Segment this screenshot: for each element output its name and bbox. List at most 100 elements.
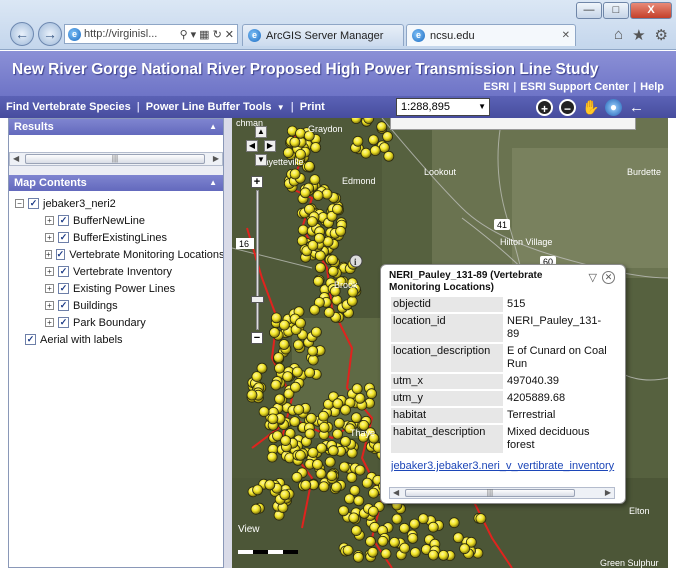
address-bar[interactable]: e http://virginisl... ⚲ ▾ ▦ ↻ ✕ bbox=[64, 24, 238, 44]
monitoring-point[interactable] bbox=[314, 232, 325, 244]
layer-checkbox[interactable]: ✓ bbox=[28, 198, 39, 209]
monitoring-point[interactable] bbox=[327, 254, 338, 266]
monitoring-point[interactable] bbox=[270, 379, 282, 391]
monitoring-point[interactable] bbox=[350, 412, 362, 424]
scroll-thumb[interactable]: ||| bbox=[25, 154, 205, 164]
zoom-in-icon[interactable]: + bbox=[536, 98, 553, 116]
map-contents-header[interactable]: Map Contents ▲ bbox=[9, 175, 223, 191]
monitoring-point[interactable] bbox=[274, 393, 285, 405]
pan-up-icon[interactable]: ▲ bbox=[255, 126, 267, 138]
layer-item[interactable]: + ✓ BufferExistingLines bbox=[15, 229, 223, 246]
monitoring-point[interactable] bbox=[310, 142, 322, 153]
monitoring-point[interactable] bbox=[304, 367, 316, 379]
scroll-left-icon[interactable]: ◀ bbox=[13, 154, 19, 163]
monitoring-point[interactable] bbox=[292, 366, 303, 378]
monitoring-point[interactable] bbox=[258, 406, 270, 418]
monitoring-point[interactable] bbox=[306, 216, 318, 227]
monitoring-point[interactable] bbox=[340, 404, 351, 416]
close-button[interactable]: X bbox=[630, 2, 672, 19]
tab-arcgis-server-manager[interactable]: e ArcGIS Server Manager bbox=[242, 24, 404, 46]
monitoring-point[interactable] bbox=[335, 225, 346, 237]
monitoring-point[interactable] bbox=[332, 428, 343, 440]
monitoring-point[interactable] bbox=[459, 543, 471, 555]
expand-tree-icon[interactable]: + bbox=[45, 318, 54, 327]
monitoring-point[interactable] bbox=[391, 513, 403, 525]
monitoring-point[interactable] bbox=[279, 489, 291, 501]
power-line-buffer-tools-menu[interactable]: Power Line Buffer Tools ▼ bbox=[140, 101, 291, 113]
monitoring-point[interactable] bbox=[289, 136, 301, 148]
monitoring-point[interactable] bbox=[354, 392, 366, 404]
layer-item[interactable]: + ✓ Vertebrate Monitoring Locations bbox=[15, 246, 223, 263]
monitoring-point[interactable] bbox=[289, 168, 301, 180]
monitoring-point[interactable] bbox=[273, 352, 284, 364]
esri-link[interactable]: ESRI bbox=[484, 81, 510, 93]
pan-hand-icon[interactable]: ✋ bbox=[582, 99, 599, 116]
monitoring-point[interactable] bbox=[475, 513, 487, 525]
monitoring-point[interactable] bbox=[278, 339, 290, 350]
chevron-down-icon[interactable]: ▽ bbox=[589, 271, 597, 284]
monitoring-point[interactable] bbox=[369, 145, 381, 156]
monitoring-point[interactable] bbox=[289, 416, 301, 428]
monitoring-point[interactable] bbox=[409, 518, 420, 530]
monitoring-point[interactable] bbox=[399, 542, 411, 554]
gear-icon[interactable]: ⚙ bbox=[655, 26, 668, 44]
monitoring-point[interactable] bbox=[377, 535, 389, 547]
pan-down-icon[interactable]: ▼ bbox=[255, 154, 267, 166]
forward-button[interactable]: → bbox=[38, 22, 62, 46]
monitoring-point[interactable] bbox=[280, 435, 291, 447]
layer-checkbox[interactable]: ✓ bbox=[58, 232, 69, 243]
monitoring-point[interactable] bbox=[293, 339, 304, 351]
monitoring-point[interactable] bbox=[324, 456, 336, 468]
expand-tree-icon[interactable]: + bbox=[45, 216, 54, 225]
monitoring-point[interactable] bbox=[348, 512, 360, 524]
back-button[interactable]: ← bbox=[10, 22, 34, 46]
layer-checkbox[interactable]: ✓ bbox=[58, 266, 69, 277]
stop-icon[interactable]: ✕ bbox=[225, 28, 234, 41]
monitoring-point[interactable] bbox=[314, 250, 326, 262]
monitoring-point[interactable] bbox=[291, 471, 303, 483]
monitoring-point[interactable] bbox=[315, 468, 327, 480]
monitoring-point[interactable] bbox=[264, 479, 276, 491]
full-extent-globe-icon[interactable]: ● bbox=[605, 98, 622, 116]
panel-splitter[interactable] bbox=[224, 118, 232, 568]
expand-tree-icon[interactable]: + bbox=[45, 284, 54, 293]
compat-view-icon[interactable]: ▦ bbox=[199, 28, 209, 41]
monitoring-point[interactable] bbox=[353, 551, 364, 563]
back-extent-arrow-icon[interactable]: ← bbox=[628, 99, 645, 116]
layer-item[interactable]: + ✓ Existing Power Lines bbox=[15, 280, 223, 297]
monitoring-point[interactable] bbox=[267, 413, 279, 425]
monitoring-point[interactable] bbox=[427, 521, 439, 533]
monitoring-point[interactable] bbox=[351, 383, 363, 395]
scroll-right-icon[interactable]: ▶ bbox=[605, 488, 611, 497]
monitoring-point[interactable] bbox=[380, 548, 392, 560]
monitoring-point[interactable] bbox=[312, 190, 324, 201]
layer-checkbox[interactable]: ✓ bbox=[58, 300, 69, 311]
close-tab-icon[interactable]: ✕ bbox=[562, 30, 570, 41]
monitoring-point[interactable] bbox=[367, 505, 379, 517]
monitoring-point[interactable] bbox=[321, 188, 333, 200]
monitoring-point[interactable] bbox=[295, 317, 306, 329]
monitoring-point[interactable] bbox=[318, 421, 330, 433]
monitoring-point[interactable] bbox=[307, 447, 319, 459]
layer-checkbox[interactable]: ✓ bbox=[58, 215, 69, 226]
monitoring-point[interactable] bbox=[304, 161, 315, 172]
maximize-button[interactable]: □ bbox=[603, 2, 629, 19]
monitoring-point[interactable] bbox=[251, 371, 263, 383]
monitoring-point[interactable] bbox=[383, 150, 395, 162]
expand-tree-icon[interactable]: + bbox=[45, 233, 54, 242]
dropdown-icon[interactable]: ▾ bbox=[191, 28, 197, 41]
monitoring-point[interactable] bbox=[333, 417, 345, 429]
monitoring-point[interactable] bbox=[340, 436, 351, 447]
scroll-right-icon[interactable]: ▶ bbox=[213, 154, 219, 163]
monitoring-point[interactable] bbox=[307, 345, 319, 357]
layer-item[interactable]: + ✓ Vertebrate Inventory bbox=[15, 263, 223, 280]
monitoring-point[interactable] bbox=[315, 262, 326, 274]
monitoring-point[interactable] bbox=[367, 546, 379, 558]
favorites-star-icon[interactable]: ★ bbox=[632, 26, 645, 44]
monitoring-point[interactable] bbox=[389, 536, 400, 548]
monitoring-point[interactable] bbox=[382, 131, 394, 143]
monitoring-point[interactable] bbox=[300, 479, 312, 491]
monitoring-point[interactable] bbox=[290, 381, 301, 393]
monitoring-point[interactable] bbox=[304, 428, 316, 440]
pan-left-icon[interactable]: ◀ bbox=[246, 140, 258, 152]
